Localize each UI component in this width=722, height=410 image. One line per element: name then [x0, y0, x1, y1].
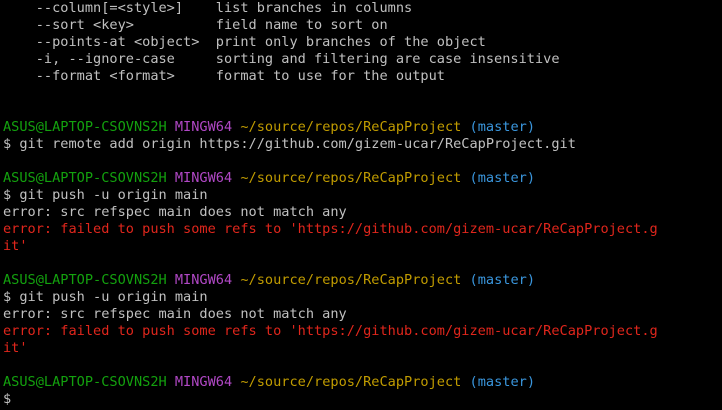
prompt-user-host: ASUS@LAPTOP-CSOVNS2H: [3, 374, 167, 390]
prompt-system: MINGW64: [174, 374, 233, 390]
prompt-system: MINGW64: [174, 272, 233, 288]
prompt-branch: (master): [469, 170, 536, 186]
prompt-path: ~/source/repos/ReCapProject: [240, 170, 462, 186]
shell-prompt: ASUS@LAPTOP-CSOVNS2H MINGW64 ~/source/re…: [3, 272, 722, 289]
help-line: --column[=<style>] list branches in colu…: [3, 0, 413, 16]
shell-prompt: ASUS@LAPTOP-CSOVNS2H MINGW64 ~/source/re…: [3, 119, 722, 136]
help-line: --points-at <object> print only branches…: [3, 34, 486, 50]
prompt-path: ~/source/repos/ReCapProject: [240, 374, 462, 390]
prompt-path: ~/source/repos/ReCapProject: [240, 272, 462, 288]
error-line: it': [3, 238, 28, 254]
help-output: --column[=<style>] list branches in colu…: [3, 0, 722, 85]
prompt-branch: (master): [469, 272, 536, 288]
error-line: error: failed to push some refs to 'http…: [3, 221, 658, 237]
prompt-system: MINGW64: [174, 119, 233, 135]
terminal-window[interactable]: --column[=<style>] list branches in colu…: [0, 0, 722, 410]
command-line: $ git push -u origin main: [3, 187, 208, 203]
command-input-line[interactable]: $: [3, 391, 722, 408]
command-line: $ git push -u origin main: [3, 289, 208, 305]
prompt-path: ~/source/repos/ReCapProject: [240, 119, 462, 135]
output-line: error: src refspec main does not match a…: [3, 204, 347, 220]
prompt-user-host: ASUS@LAPTOP-CSOVNS2H: [3, 272, 167, 288]
help-line: --format <format> format to use for the …: [3, 68, 445, 84]
prompt-user-host: ASUS@LAPTOP-CSOVNS2H: [3, 119, 167, 135]
command-line: $ git remote add origin https://github.c…: [3, 136, 576, 152]
prompt-branch: (master): [469, 119, 536, 135]
help-line: -i, --ignore-case sorting and filtering …: [3, 51, 560, 67]
shell-prompt: ASUS@LAPTOP-CSOVNS2H MINGW64 ~/source/re…: [3, 374, 722, 391]
prompt-user-host: ASUS@LAPTOP-CSOVNS2H: [3, 170, 167, 186]
prompt-branch: (master): [469, 374, 536, 390]
output-line: error: src refspec main does not match a…: [3, 306, 347, 322]
prompt-symbol: $: [3, 391, 12, 407]
prompt-system: MINGW64: [174, 170, 233, 186]
shell-prompt: ASUS@LAPTOP-CSOVNS2H MINGW64 ~/source/re…: [3, 170, 722, 187]
error-line: it': [3, 340, 28, 356]
error-line: error: failed to push some refs to 'http…: [3, 323, 658, 339]
help-line: --sort <key> field name to sort on: [3, 17, 388, 33]
